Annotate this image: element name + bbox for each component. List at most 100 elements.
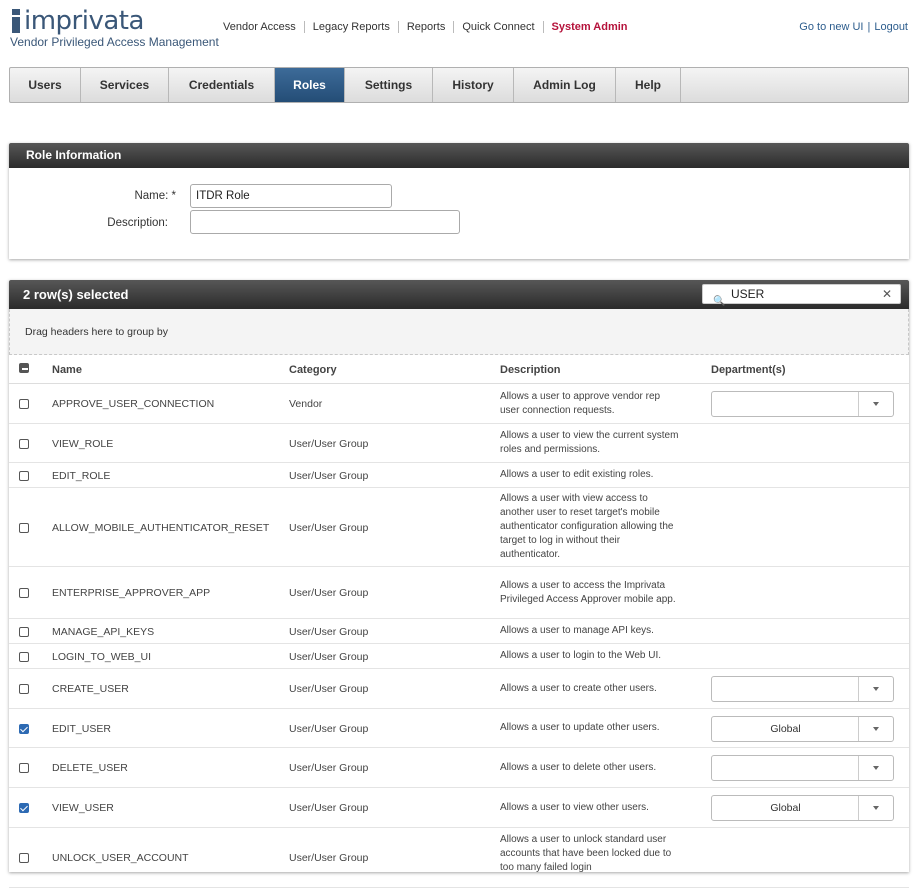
department-select[interactable] xyxy=(711,676,894,702)
permission-name: MANAGE_API_KEYS xyxy=(52,625,155,638)
nav-system-admin[interactable]: System Admin xyxy=(542,21,636,33)
permission-name: EDIT_ROLE xyxy=(52,469,111,482)
tab-credentials[interactable]: Credentials xyxy=(169,68,275,102)
table-row[interactable]: MANAGE_API_KEYS User/User Group Allows a u… xyxy=(9,619,909,644)
role-information-panel: Role Information Name: * ITDR Role Descr… xyxy=(9,143,909,259)
search-input[interactable]: USER xyxy=(731,287,764,301)
permission-description: Allows a user to approve vendor rep user… xyxy=(500,390,661,416)
table-row[interactable]: VIEW_USER User/User Group Allows a user to… xyxy=(9,788,909,828)
table-row[interactable]: LOGIN_TO_WEB_UI User/User Group Allows a u… xyxy=(9,644,909,669)
permission-name: UNLOCK_USER_ACCOUNT xyxy=(52,852,189,864)
selected-count: 2 row(s) selected xyxy=(23,287,129,302)
permission-name: ENTERPRISE_APPROVER_APP xyxy=(52,587,211,599)
permission-name: LOGIN_TO_WEB_UI xyxy=(52,650,152,663)
permission-category: User/User Group xyxy=(289,650,369,663)
permission-description: Allows a user to update other users. xyxy=(500,722,660,733)
group-by-drop-zone[interactable]: Drag headers here to group by xyxy=(9,309,909,355)
permission-name: EDIT_USER xyxy=(52,722,111,735)
table-row[interactable]: VIEW_ROLE User/User Group Allows a user to… xyxy=(9,424,909,463)
column-name[interactable]: Name xyxy=(52,364,82,376)
nav-reports[interactable]: Reports xyxy=(397,21,454,33)
table-row[interactable]: ENTERPRISE_APPROVER_APP User/User Group Al… xyxy=(9,567,909,619)
logout-link[interactable]: Logout xyxy=(874,21,908,33)
tab-users[interactable]: Users xyxy=(10,68,81,102)
department-value: Global xyxy=(770,722,801,735)
nav-quick-connect[interactable]: Quick Connect xyxy=(453,21,542,33)
nav-vendor-access[interactable]: Vendor Access xyxy=(215,21,304,33)
table-row[interactable]: EDIT_ROLE User/User Group Allows a user to… xyxy=(9,463,909,488)
clear-search-icon[interactable]: ✕ xyxy=(882,286,892,302)
row-checkbox[interactable] xyxy=(19,853,29,863)
search-icon: 🔍 xyxy=(713,296,726,307)
grid-rows: APPROVE_USER_CONNECTION Vendor Allows a us… xyxy=(9,384,909,888)
row-checkbox[interactable] xyxy=(19,723,29,734)
permission-description: Allows a user to manage API keys. xyxy=(500,625,654,636)
tab-help[interactable]: Help xyxy=(616,68,681,102)
column-departments[interactable]: Department(s) xyxy=(711,364,786,376)
row-checkbox[interactable] xyxy=(19,684,29,694)
permission-description: Allows a user to delete other users. xyxy=(500,761,657,773)
permission-category: User/User Group xyxy=(289,683,369,695)
top-navigation: Vendor Access Legacy Reports Reports Qui… xyxy=(215,21,636,33)
permission-category: User/User Group xyxy=(289,762,369,774)
table-row[interactable]: APPROVE_USER_CONNECTION Vendor Allows a us… xyxy=(9,384,909,424)
grid-header: 2 row(s) selected 🔍 USER ✕ xyxy=(9,280,909,309)
role-information-title: Role Information xyxy=(9,143,909,168)
department-select[interactable] xyxy=(711,755,894,781)
permission-name: DELETE_USER xyxy=(52,762,128,774)
row-checkbox[interactable] xyxy=(19,438,29,449)
permission-category: User/User Group xyxy=(289,722,369,735)
link-separator: | xyxy=(867,21,871,33)
table-row[interactable]: UNLOCK_USER_ACCOUNT User/User Group Allows… xyxy=(9,828,909,888)
chevron-down-icon[interactable] xyxy=(858,716,893,741)
nav-legacy-reports[interactable]: Legacy Reports xyxy=(303,21,398,33)
column-description[interactable]: Description xyxy=(500,364,561,376)
permission-category: User/User Group xyxy=(289,852,369,864)
permission-description: Allows a user with view access to anothe… xyxy=(500,493,674,560)
grid-column-headers: Name Category Description Department(s) xyxy=(9,355,909,384)
column-category[interactable]: Category xyxy=(289,364,337,376)
permission-description: Allows a user to edit existing roles. xyxy=(500,469,654,480)
permission-name: VIEW_USER xyxy=(52,802,114,814)
department-select[interactable]: Global xyxy=(711,715,894,742)
permission-name: CREATE_USER xyxy=(52,683,129,695)
row-checkbox[interactable] xyxy=(19,522,29,533)
permissions-grid-panel: 2 row(s) selected 🔍 USER ✕ Drag headers … xyxy=(9,280,909,888)
logo-mark-icon xyxy=(10,9,22,33)
grid-search[interactable]: 🔍 USER ✕ xyxy=(702,284,901,307)
app-header: imprivata Vendor Privileged Access Manag… xyxy=(0,0,924,62)
select-all-checkbox[interactable] xyxy=(19,363,29,373)
tab-settings[interactable]: Settings xyxy=(345,68,433,102)
chevron-down-icon[interactable] xyxy=(858,392,893,416)
go-to-new-ui-link[interactable]: Go to new UI xyxy=(799,21,863,33)
row-checkbox[interactable] xyxy=(19,470,29,481)
permission-name: APPROVE_USER_CONNECTION xyxy=(52,398,215,410)
permission-category: Vendor xyxy=(289,398,323,410)
tab-history[interactable]: History xyxy=(433,68,514,102)
chevron-down-icon[interactable] xyxy=(858,796,893,820)
role-description-input[interactable] xyxy=(190,210,460,234)
table-row[interactable]: EDIT_USER User/User Group Allows a user to… xyxy=(9,709,909,748)
row-checkbox[interactable] xyxy=(19,803,29,813)
table-row[interactable]: ALLOW_MOBILE_AUTHENTICATOR_RESET User/Use… xyxy=(9,488,909,567)
row-checkbox[interactable] xyxy=(19,651,29,662)
permission-category: User/User Group xyxy=(289,625,369,638)
chevron-down-icon[interactable] xyxy=(858,677,893,701)
permission-description: Allows a user to login to the Web UI. xyxy=(500,650,662,661)
tab-roles[interactable]: Roles xyxy=(275,68,345,102)
chevron-down-icon[interactable] xyxy=(858,756,893,780)
tab-services[interactable]: Services xyxy=(81,68,169,102)
name-label: Name: * xyxy=(134,190,176,202)
row-checkbox[interactable] xyxy=(19,588,29,598)
row-checkbox[interactable] xyxy=(19,626,29,637)
row-checkbox[interactable] xyxy=(19,399,29,409)
role-name-input[interactable]: ITDR Role xyxy=(190,184,392,208)
tab-admin-log[interactable]: Admin Log xyxy=(514,68,616,102)
table-row[interactable]: CREATE_USER User/User Group Allows a user … xyxy=(9,669,909,709)
permission-description: Allows a user to view the current system… xyxy=(500,430,679,455)
table-row[interactable]: DELETE_USER User/User Group Allows a user … xyxy=(9,748,909,788)
department-select[interactable] xyxy=(711,391,894,417)
row-checkbox[interactable] xyxy=(19,763,29,773)
department-select[interactable]: Global xyxy=(711,795,894,821)
permission-category: User/User Group xyxy=(289,521,369,534)
